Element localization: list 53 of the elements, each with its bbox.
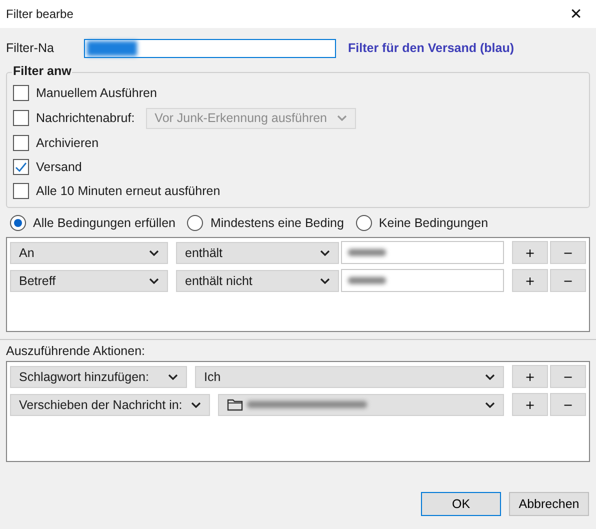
operator-dropdown[interactable]: enthält — [176, 242, 339, 264]
checkbox[interactable] — [13, 85, 29, 101]
chevron-icon — [485, 374, 495, 380]
action-dropdown[interactable]: Verschieben der Nachricht in: — [10, 394, 210, 416]
checkbox[interactable] — [13, 110, 29, 126]
checkbox[interactable] — [13, 135, 29, 151]
chevron-icon — [320, 278, 330, 284]
chevron-icon — [149, 278, 159, 284]
cancel-button[interactable]: Abbrechen — [509, 492, 589, 516]
remove-button[interactable]: − — [550, 393, 586, 416]
remove-button[interactable]: − — [550, 269, 586, 292]
remove-button[interactable]: − — [550, 365, 586, 388]
radio-button[interactable] — [356, 215, 372, 231]
add-button[interactable]: + — [512, 393, 548, 416]
chevron-icon — [485, 402, 495, 408]
field-dropdown[interactable]: An — [10, 242, 168, 264]
checkbox-label: Archivieren — [36, 136, 99, 150]
checkbox-label: Nachrichtenabruf: — [36, 111, 135, 125]
radio-label: Alle Bedingungen erfüllen — [33, 216, 176, 230]
tag-dropdown[interactable]: Ich — [195, 366, 504, 388]
close-button[interactable]: ✕ — [556, 0, 596, 28]
chevron-icon — [149, 250, 159, 256]
chevron-icon — [168, 374, 178, 380]
checkbox[interactable] — [13, 183, 29, 199]
radio-button[interactable] — [10, 215, 26, 231]
radio-button[interactable] — [187, 215, 204, 231]
filter-name-field[interactable] — [84, 38, 336, 58]
filter-description: Filter für den Versand (blau) — [348, 41, 514, 55]
chevron-icon — [320, 250, 330, 256]
remove-button[interactable]: − — [550, 241, 586, 264]
group-title: Filter anw — [12, 64, 72, 78]
value-field[interactable] — [341, 241, 504, 264]
radio-label: Mindestens eine Beding — [210, 216, 344, 230]
add-button[interactable]: + — [512, 365, 548, 388]
checkbox[interactable] — [13, 159, 29, 175]
radio-label: Keine Bedingungen — [378, 216, 488, 230]
add-button[interactable]: + — [512, 241, 548, 264]
field-dropdown[interactable]: Betreff — [10, 270, 168, 292]
ok-button[interactable]: OK — [421, 492, 501, 516]
operator-dropdown[interactable]: enthält nicht — [176, 270, 339, 292]
value-field[interactable] — [341, 269, 504, 292]
action-dropdown[interactable]: Schlagwort hinzufügen: — [10, 366, 187, 388]
actions-label: Auszuführende Aktionen: — [6, 344, 146, 360]
add-button[interactable]: + — [512, 269, 548, 292]
checkbox-label: Manuellem Ausführen — [36, 86, 157, 100]
checkbox-label: Versand — [36, 160, 82, 174]
chevron-icon — [336, 115, 347, 121]
checkbox-label: Alle 10 Minuten erneut ausführen — [36, 184, 220, 198]
chevron-icon — [191, 402, 201, 408]
filter-name-label: Filter-Na — [6, 41, 55, 55]
folder-icon — [227, 398, 243, 411]
folder-dropdown[interactable] — [218, 394, 504, 416]
window-title: Filter bearbe — [6, 7, 74, 21]
